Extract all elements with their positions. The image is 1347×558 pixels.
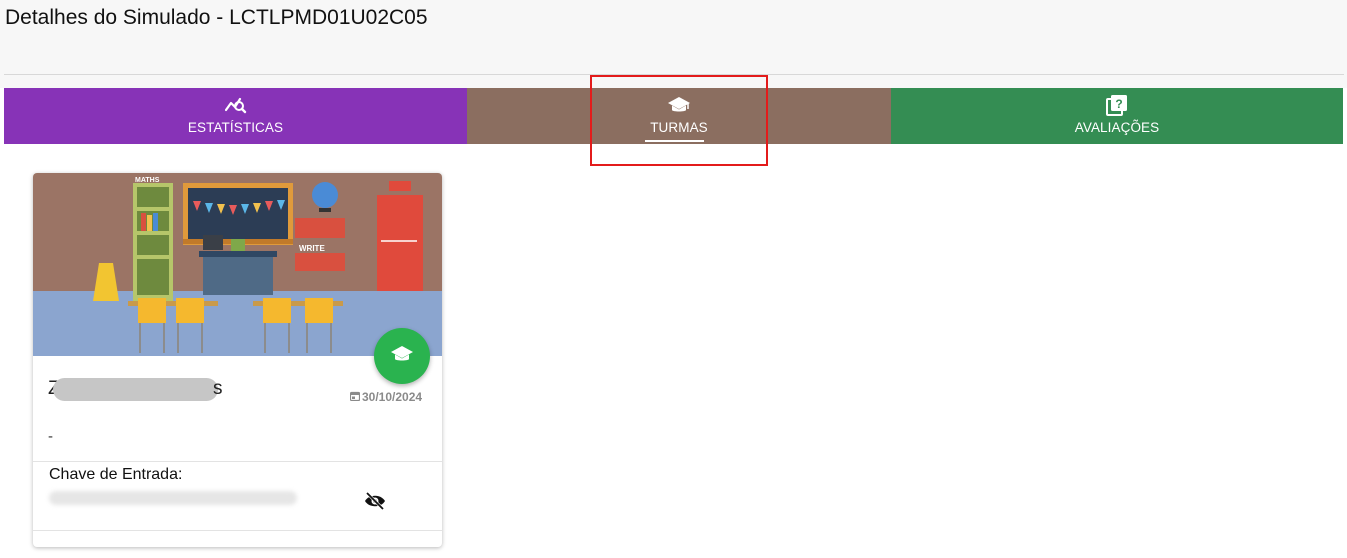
card-divider xyxy=(33,461,442,462)
analytics-icon xyxy=(224,94,247,116)
class-name-end: s xyxy=(213,378,223,399)
tab-label: ESTATÍSTICAS xyxy=(187,120,284,135)
image-label-maths: MATHS xyxy=(135,177,160,184)
entry-key-value-redacted xyxy=(49,491,297,505)
quiz-book-icon: ? xyxy=(1106,94,1128,116)
class-description: - xyxy=(48,428,53,445)
card-divider-bottom xyxy=(33,530,442,531)
redacted-name xyxy=(53,378,218,401)
class-card[interactable]: MATHS WRITE s 30/10/2024 - Chave de Entr… xyxy=(33,173,442,547)
graduation-cap-icon xyxy=(390,344,414,369)
graduation-cap-icon xyxy=(667,94,691,116)
tab-label: AVALIAÇÕES xyxy=(1074,120,1160,135)
tab-estatisticas[interactable]: ESTATÍSTICAS xyxy=(4,88,467,144)
header-bar: Detalhes do Simulado - LCTLPMD01U02C05 xyxy=(0,0,1347,88)
class-date: 30/10/2024 xyxy=(349,390,423,404)
class-date-text: 30/10/2024 xyxy=(362,390,423,404)
header-divider xyxy=(4,74,1344,75)
eye-off-icon[interactable] xyxy=(363,491,387,516)
tab-label: TURMAS xyxy=(650,120,708,135)
class-fab-button[interactable] xyxy=(374,328,430,384)
image-label-write: WRITE xyxy=(299,244,325,253)
svg-text:?: ? xyxy=(1115,97,1122,111)
page-title: Detalhes do Simulado - LCTLPMD01U02C05 xyxy=(5,6,428,29)
calendar-icon xyxy=(349,390,361,404)
tab-turmas[interactable]: TURMAS xyxy=(467,88,891,144)
tab-avaliacoes[interactable]: ? AVALIAÇÕES xyxy=(891,88,1343,144)
classroom-illustration: MATHS WRITE xyxy=(33,173,442,356)
active-tab-indicator xyxy=(645,140,704,142)
entry-key-label: Chave de Entrada: xyxy=(49,466,183,483)
tab-bar: ESTATÍSTICAS TURMAS ? AVALIAÇÕES xyxy=(4,88,1343,144)
